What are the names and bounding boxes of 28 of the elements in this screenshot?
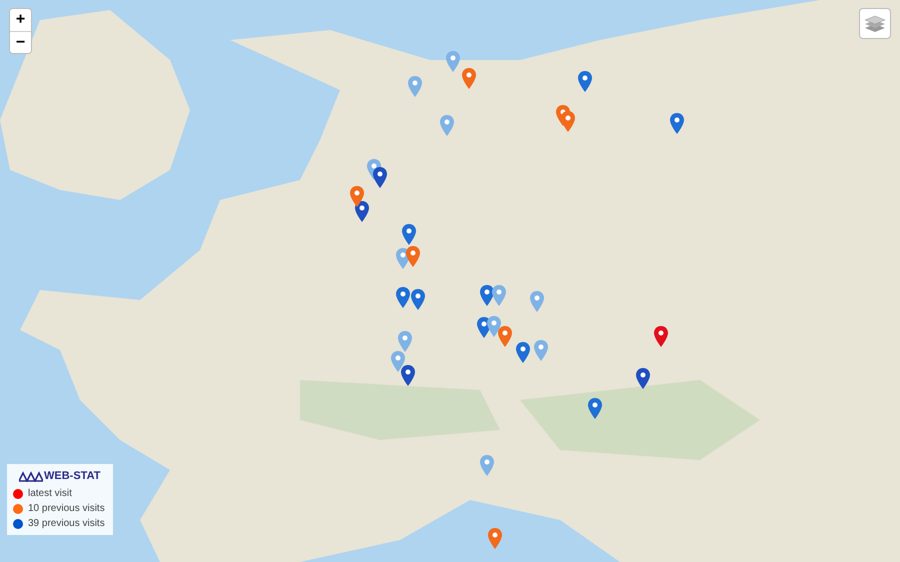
map-pin[interactable] (498, 326, 512, 347)
map-pin[interactable] (588, 398, 602, 419)
legend-label: 39 previous visits (28, 518, 105, 529)
map-pin[interactable] (402, 224, 416, 245)
logo-text: WEB-STAT (44, 470, 100, 482)
layers-button[interactable] (859, 8, 891, 39)
map-pin[interactable] (462, 68, 476, 89)
map-pin[interactable] (401, 365, 415, 386)
map-pin[interactable] (396, 287, 410, 308)
map-pin[interactable] (487, 316, 501, 337)
map-pin[interactable] (561, 111, 575, 132)
map-pin[interactable] (670, 113, 684, 134)
map-pin[interactable] (578, 71, 592, 92)
map-pin[interactable] (350, 186, 364, 207)
map-pin[interactable] (654, 326, 668, 347)
legend-label: latest visit (28, 488, 72, 499)
map-pin[interactable] (480, 285, 494, 306)
logo-icon (19, 470, 43, 482)
map-pin[interactable] (516, 342, 530, 363)
map-pin[interactable] (406, 246, 420, 267)
zoom-out-button[interactable]: − (10, 31, 31, 53)
layers-icon (865, 14, 885, 32)
map-pin[interactable] (411, 289, 425, 310)
map-pin[interactable] (636, 368, 650, 389)
map-pin[interactable] (373, 167, 387, 188)
map-pin[interactable] (391, 351, 405, 372)
map-pin[interactable] (488, 528, 502, 549)
legend-label: 10 previous visits (28, 503, 105, 514)
